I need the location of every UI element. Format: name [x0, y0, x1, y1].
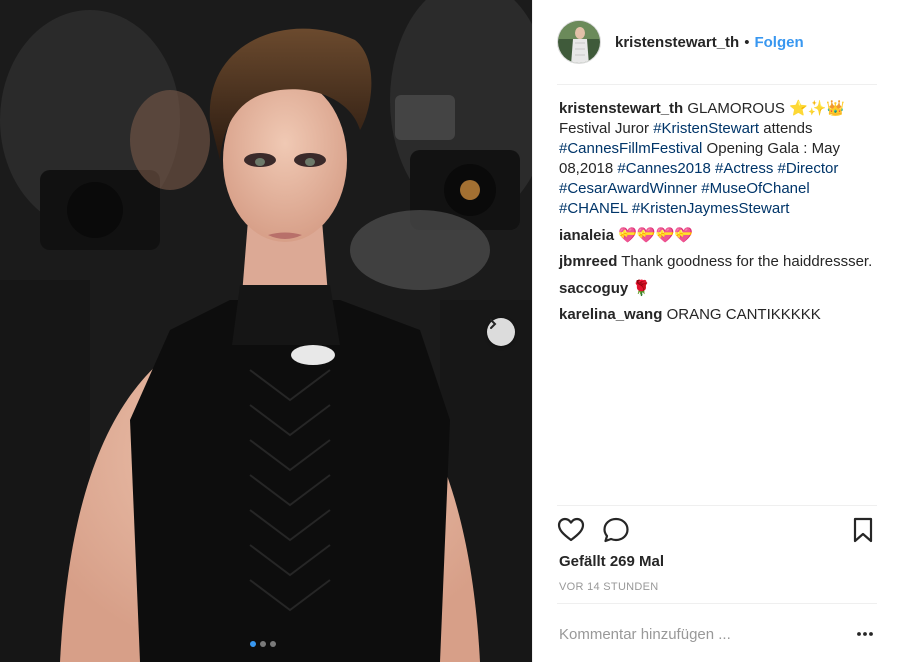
- caption-text: attends: [759, 120, 813, 137]
- comment-item: jbmreed Thank goodness for the haiddress…: [559, 252, 877, 272]
- caption: kristenstewart_th GLAMOROUS ⭐✨👑 Festival…: [559, 98, 877, 219]
- caption-text: Festival Juror: [559, 120, 654, 137]
- caption-emoji: ⭐✨👑: [789, 99, 846, 117]
- carousel-indicator: [250, 641, 276, 647]
- comment-username[interactable]: ianaleia: [559, 227, 614, 244]
- hashtag-link[interactable]: #Cannes2018: [617, 160, 710, 177]
- heart-icon[interactable]: [557, 516, 585, 544]
- comment-text: 💝💝💝💝: [618, 226, 693, 244]
- comment-text: Thank goodness for the haiddressser.: [621, 253, 873, 270]
- actions-divider: [557, 505, 877, 506]
- header-separator: •: [744, 33, 750, 51]
- comment-item: saccoguy 🌹: [559, 278, 877, 299]
- caption-text: GLAMOROUS: [687, 100, 790, 117]
- post-timestamp[interactable]: VOR 14 STUNDEN: [559, 581, 659, 593]
- header-username[interactable]: kristenstewart_th: [615, 34, 739, 51]
- carousel-dot-1: [250, 641, 256, 647]
- hashtag-link[interactable]: #CannesFillmFestival: [559, 140, 702, 157]
- comment-item: karelina_wang ORANG CANTIKKKKK: [559, 305, 877, 325]
- comment-box-divider: [557, 603, 877, 604]
- hashtag-link[interactable]: #CHANEL: [559, 200, 628, 217]
- comment-text: 🌹: [632, 279, 652, 297]
- follow-button[interactable]: Folgen: [754, 34, 803, 51]
- caption-body: GLAMOROUS ⭐✨👑 Festival Juror #KristenSte…: [559, 99, 846, 217]
- header-divider: [557, 84, 877, 85]
- likes-count[interactable]: Gefällt 269 Mal: [559, 553, 664, 570]
- comment-input[interactable]: [559, 620, 839, 648]
- comments-list: kristenstewart_th GLAMOROUS ⭐✨👑 Festival…: [559, 98, 877, 331]
- more-options-icon[interactable]: [855, 624, 875, 644]
- comment-username[interactable]: karelina_wang: [559, 306, 662, 323]
- post-sidebar: kristenstewart_th • Folgen kristenstewar…: [532, 0, 900, 662]
- hashtag-link[interactable]: #KristenJaymesStewart: [632, 200, 790, 217]
- hashtag-link[interactable]: #Actress: [715, 160, 773, 177]
- comment-text: ORANG CANTIKKKKK: [666, 306, 821, 323]
- carousel-dot-3: [270, 641, 276, 647]
- hashtag-link[interactable]: #CesarAwardWinner: [559, 180, 697, 197]
- hashtag-link[interactable]: #KristenStewart: [653, 120, 759, 137]
- carousel-dot-2: [260, 641, 266, 647]
- post-photo-illustration: [0, 0, 532, 662]
- post-photo[interactable]: [0, 0, 532, 662]
- comment-username[interactable]: jbmreed: [559, 253, 617, 270]
- post-actions: [557, 514, 877, 546]
- hashtag-link[interactable]: #Director: [778, 160, 839, 177]
- chevron-right-icon: [490, 319, 497, 329]
- post-header: kristenstewart_th • Folgen: [557, 18, 877, 66]
- comment-item: ianaleia 💝💝💝💝: [559, 225, 877, 246]
- bookmark-icon[interactable]: [849, 516, 877, 544]
- comment-username[interactable]: saccoguy: [559, 280, 628, 297]
- comment-bubble-icon[interactable]: [602, 516, 630, 544]
- caption-username[interactable]: kristenstewart_th: [559, 100, 683, 117]
- carousel-next-button[interactable]: [487, 318, 515, 346]
- hashtag-link[interactable]: #MuseOfChanel: [701, 180, 809, 197]
- profile-avatar-icon: [558, 21, 600, 63]
- profile-avatar[interactable]: [557, 20, 601, 64]
